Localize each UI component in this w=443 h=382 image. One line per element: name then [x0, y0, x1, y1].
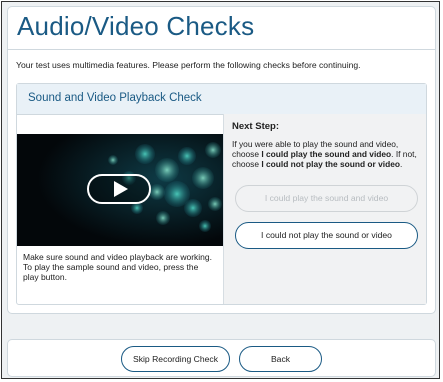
skip-recording-check-button[interactable]: Skip Recording Check [121, 346, 230, 372]
next-step-option-no: I could not play the sound or video [261, 159, 401, 169]
playback-instructions: Make sure sound and video playback are w… [23, 252, 212, 282]
window-frame: Audio/Video Checks Your test uses multim… [1, 1, 440, 379]
next-step-option-yes: I could play the sound and video [261, 149, 392, 159]
play-button[interactable] [87, 174, 151, 204]
page-title: Audio/Video Checks [17, 11, 255, 41]
panel-title: Sound and Video Playback Check [28, 92, 202, 104]
panel-header: Sound and Video Playback Check [17, 84, 426, 115]
could-play-button[interactable]: I could play the sound and video [235, 185, 418, 212]
next-step-column: Next Step: If you were able to play the … [223, 114, 426, 304]
main-card: Audio/Video Checks Your test uses multim… [7, 6, 436, 314]
video-column: Make sure sound and video playback are w… [17, 114, 223, 304]
footer-bar: Skip Recording Check Back [7, 339, 436, 377]
playback-check-panel: Sound and Video Playback Check Make sure… [16, 83, 427, 305]
intro-text: Your test uses multimedia features. Plea… [16, 60, 361, 70]
back-button[interactable]: Back [239, 346, 322, 372]
title-divider [8, 49, 435, 50]
video-player[interactable] [17, 134, 223, 246]
play-icon [114, 181, 128, 197]
next-step-heading: Next Step: [232, 121, 279, 132]
could-not-play-button[interactable]: I could not play the sound or video [235, 222, 418, 249]
next-step-text-suffix: . [400, 159, 403, 169]
next-step-instructions: If you were able to play the sound and v… [232, 139, 417, 169]
